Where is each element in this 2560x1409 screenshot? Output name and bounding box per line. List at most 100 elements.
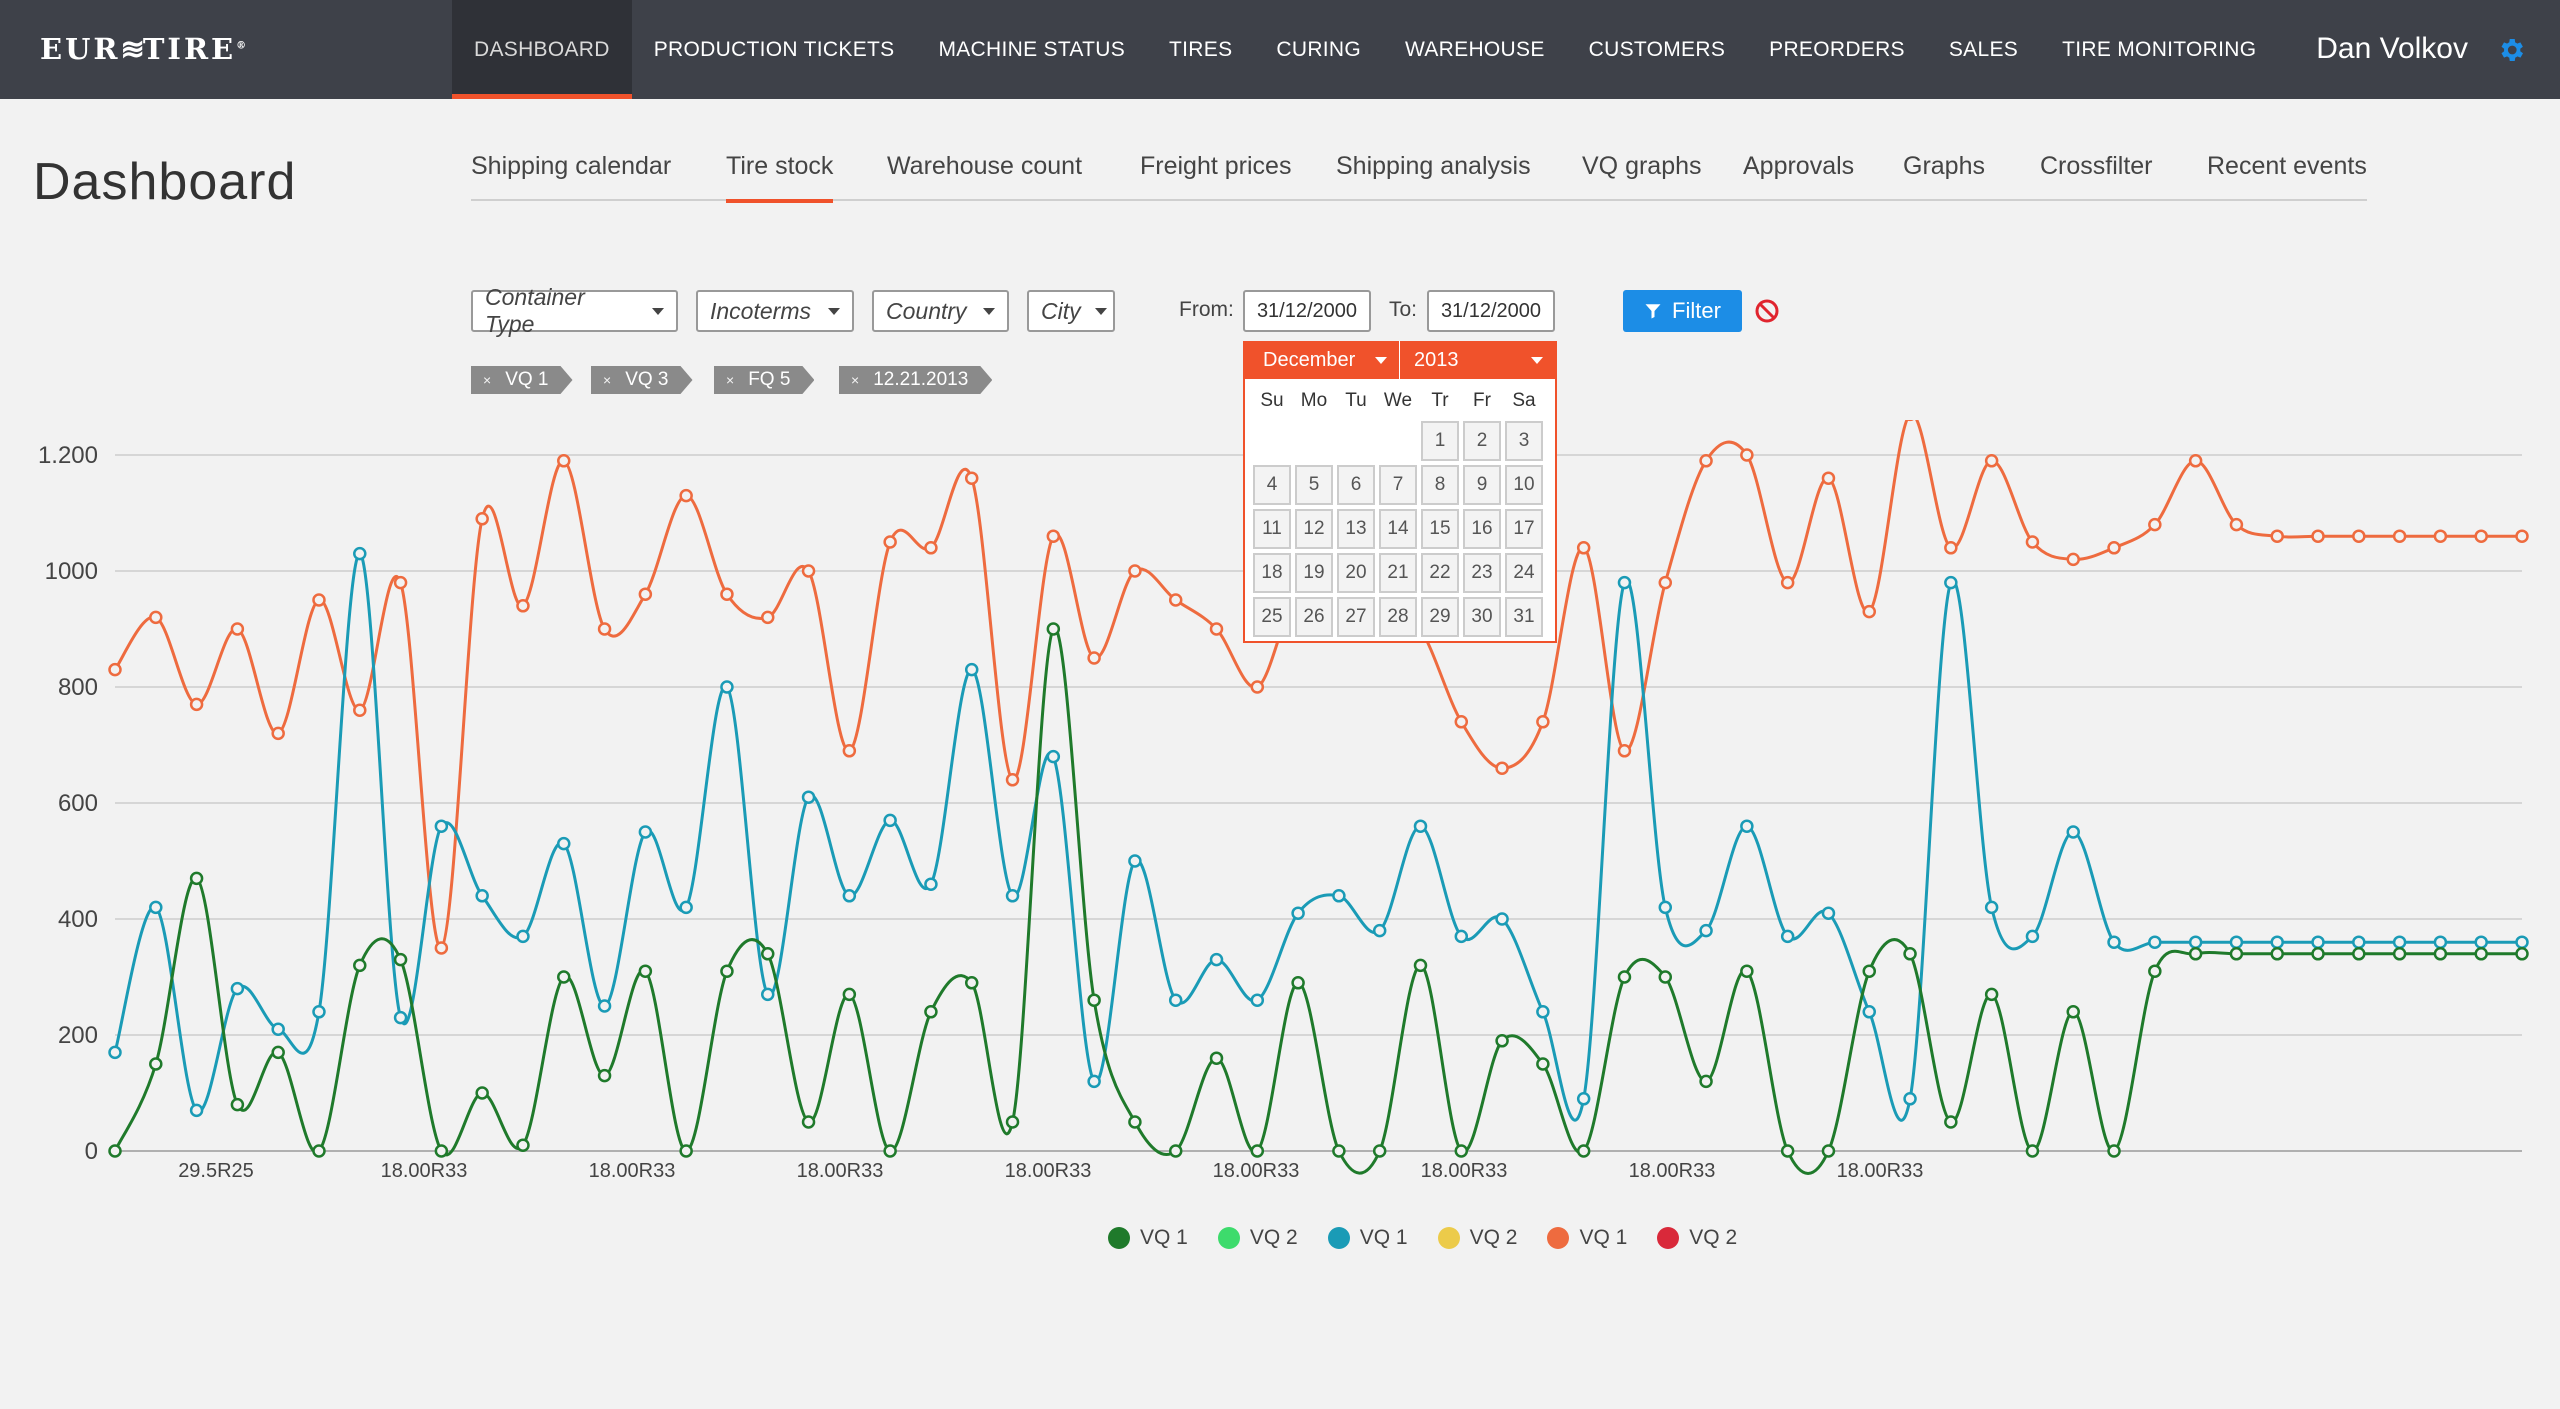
data-point[interactable] xyxy=(230,1097,245,1112)
tab-graphs[interactable]: Graphs xyxy=(1903,145,1985,201)
data-point[interactable] xyxy=(1658,575,1673,590)
data-point[interactable] xyxy=(1168,993,1183,1007)
day-cell[interactable]: 13 xyxy=(1337,509,1375,549)
data-point[interactable] xyxy=(1821,471,1836,485)
data-point[interactable] xyxy=(2229,935,2244,949)
data-point[interactable] xyxy=(516,1138,530,1152)
data-point[interactable] xyxy=(1209,1051,1224,1065)
day-cell[interactable]: 2 xyxy=(1463,421,1501,461)
data-point[interactable] xyxy=(189,697,204,712)
data-point[interactable] xyxy=(312,1005,326,1019)
data-point[interactable] xyxy=(924,541,938,555)
day-cell[interactable]: 30 xyxy=(1463,597,1501,637)
data-point[interactable] xyxy=(149,1057,163,1071)
data-point[interactable] xyxy=(679,1144,693,1158)
day-cell[interactable]: 21 xyxy=(1379,553,1417,593)
to-date-input[interactable]: 31/12/2000 xyxy=(1427,290,1555,332)
data-point[interactable] xyxy=(842,889,857,903)
data-point[interactable] xyxy=(2066,552,2080,567)
data-point[interactable] xyxy=(149,900,163,915)
data-point[interactable] xyxy=(679,900,693,915)
data-point[interactable] xyxy=(2311,935,2325,949)
filter-tag[interactable]: × 12.21.2013 xyxy=(839,366,992,394)
data-point[interactable] xyxy=(230,981,245,996)
filter-tag[interactable]: × FQ 5 xyxy=(714,366,814,394)
data-point[interactable] xyxy=(638,825,653,839)
tab-vq-graphs[interactable]: VQ graphs xyxy=(1582,145,1702,201)
day-cell[interactable]: 18 xyxy=(1253,553,1291,593)
data-point[interactable] xyxy=(597,999,612,1013)
data-point[interactable] xyxy=(760,610,775,625)
data-point[interactable] xyxy=(393,952,408,967)
data-point[interactable] xyxy=(1046,622,1061,636)
legend-item[interactable]: VQ 1 xyxy=(1327,1226,1408,1250)
data-point[interactable] xyxy=(1780,575,1795,590)
data-point[interactable] xyxy=(2270,947,2284,961)
data-point[interactable] xyxy=(1699,454,1713,468)
data-point[interactable] xyxy=(1168,593,1183,607)
data-point[interactable] xyxy=(2188,454,2203,468)
data-point[interactable] xyxy=(964,471,979,485)
data-point[interactable] xyxy=(842,987,857,1002)
data-point[interactable] xyxy=(597,1068,612,1083)
data-point[interactable] xyxy=(1740,819,1754,833)
data-point[interactable] xyxy=(760,947,775,961)
filter-button[interactable]: Filter xyxy=(1623,290,1742,332)
from-date-input[interactable]: 31/12/2000 xyxy=(1243,290,1371,332)
year-select[interactable]: 2013 xyxy=(1400,341,1555,379)
data-point[interactable] xyxy=(475,1086,489,1100)
data-point[interactable] xyxy=(1740,964,1754,978)
data-point[interactable] xyxy=(1291,906,1305,920)
data-point[interactable] xyxy=(2107,935,2121,949)
data-point[interactable] xyxy=(557,836,571,851)
day-cell[interactable]: 23 xyxy=(1463,553,1501,593)
close-icon[interactable]: × xyxy=(603,372,611,388)
close-icon[interactable]: × xyxy=(851,372,859,388)
data-point[interactable] xyxy=(2148,935,2162,949)
data-point[interactable] xyxy=(1495,912,1509,926)
data-point[interactable] xyxy=(2188,935,2203,949)
tab-recent-events[interactable]: Recent events xyxy=(2207,145,2367,201)
data-point[interactable] xyxy=(801,790,816,804)
day-cell[interactable]: 6 xyxy=(1337,465,1375,505)
data-point[interactable] xyxy=(2107,1144,2121,1158)
data-point[interactable] xyxy=(597,622,612,636)
data-point[interactable] xyxy=(189,871,204,886)
tab-warehouse-count[interactable]: Warehouse count xyxy=(887,145,1082,201)
day-cell[interactable]: 24 xyxy=(1505,553,1543,593)
data-point[interactable] xyxy=(2515,947,2529,961)
data-point[interactable] xyxy=(1454,929,1469,944)
data-point[interactable] xyxy=(1372,923,1387,938)
tab-shipping-analysis[interactable]: Shipping analysis xyxy=(1336,145,1531,201)
data-point[interactable] xyxy=(1413,819,1428,833)
data-point[interactable] xyxy=(1862,964,1877,978)
data-point[interactable] xyxy=(2515,529,2529,543)
data-point[interactable] xyxy=(1862,604,1877,619)
data-point[interactable] xyxy=(1780,1144,1795,1158)
data-point[interactable] xyxy=(1128,564,1142,578)
data-point[interactable] xyxy=(842,744,857,758)
data-point[interactable] xyxy=(1291,976,1305,990)
data-point[interactable] xyxy=(1087,993,1101,1007)
day-cell[interactable]: 11 xyxy=(1253,509,1291,549)
brand-logo[interactable]: EUR≋TIRE® xyxy=(40,32,249,66)
data-point[interactable] xyxy=(1209,952,1224,967)
data-point[interactable] xyxy=(2474,529,2488,543)
data-point[interactable] xyxy=(393,1010,408,1025)
data-point[interactable] xyxy=(1209,622,1224,636)
data-point[interactable] xyxy=(312,1144,326,1158)
legend-item[interactable]: VQ 1 xyxy=(1547,1226,1627,1250)
data-point[interactable] xyxy=(1332,1144,1346,1158)
data-point[interactable] xyxy=(2352,935,2366,949)
data-point[interactable] xyxy=(2107,541,2121,555)
legend-item[interactable]: VQ 2 xyxy=(1217,1226,1298,1250)
filter-tag[interactable]: × VQ 3 xyxy=(591,366,693,394)
data-point[interactable] xyxy=(720,680,734,694)
day-cell[interactable]: 3 xyxy=(1505,421,1543,461)
data-point[interactable] xyxy=(475,889,489,903)
data-point[interactable] xyxy=(516,599,530,613)
data-point[interactable] xyxy=(720,587,734,601)
city-select[interactable]: City xyxy=(1027,290,1115,332)
data-point[interactable] xyxy=(1984,987,1999,1002)
data-point[interactable] xyxy=(1658,970,1673,984)
